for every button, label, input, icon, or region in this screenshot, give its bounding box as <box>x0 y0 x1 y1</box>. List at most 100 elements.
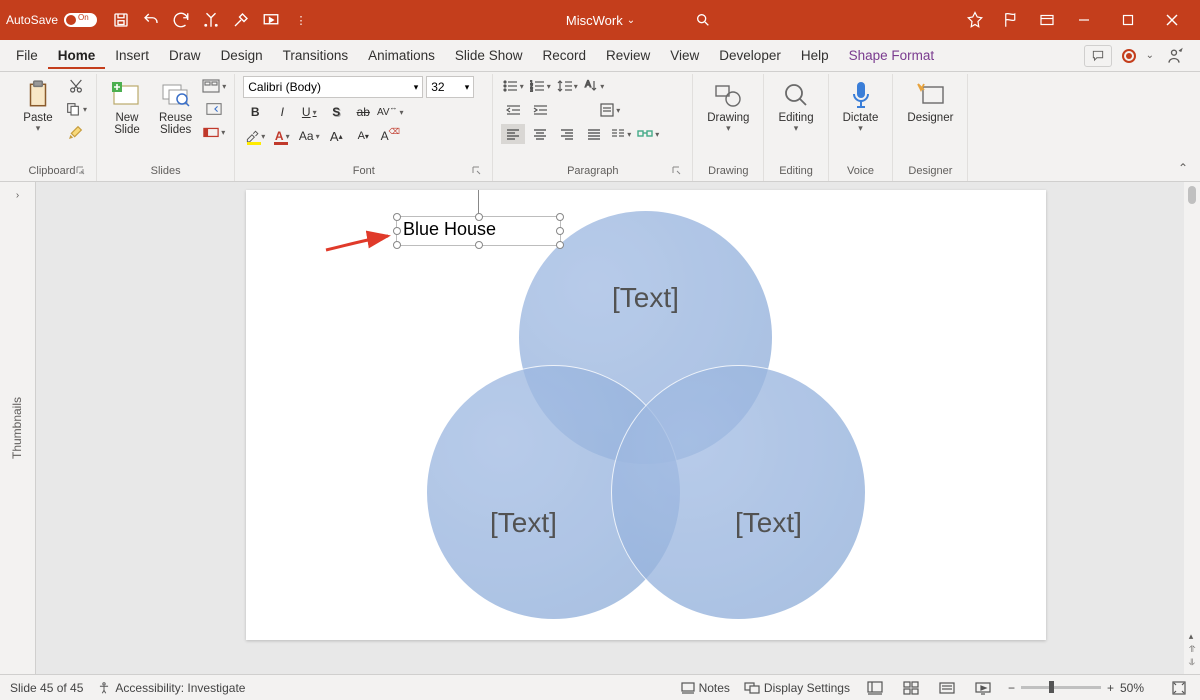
chevron-right-icon[interactable]: › <box>16 190 19 201</box>
dictate-button[interactable]: Dictate ▾ <box>837 76 885 138</box>
thumbnails-panel[interactable]: › Thumbnails <box>0 182 36 674</box>
prev-slide-icon[interactable]: ▴ <box>1189 631 1196 642</box>
zoom-slider-track[interactable] <box>1021 686 1101 689</box>
venn-circle-right[interactable]: [Text] <box>611 365 866 620</box>
qat-overflow-icon[interactable]: ⋮ <box>291 10 311 30</box>
selected-textbox[interactable]: Blue House <box>396 216 561 246</box>
tab-home[interactable]: Home <box>48 42 106 69</box>
autosave-toggle[interactable]: On <box>64 13 97 27</box>
tab-review[interactable]: Review <box>596 42 660 69</box>
font-size-dropdown[interactable]: 32▾ <box>426 76 474 98</box>
comments-button[interactable] <box>1084 45 1112 67</box>
close-button[interactable] <box>1150 0 1194 40</box>
character-spacing-button[interactable]: AV↔▾ <box>378 102 402 122</box>
slide-canvas-area[interactable]: [Text] [Text] [Text] Blue House ▴ ⥣ <box>36 182 1200 674</box>
italic-button[interactable]: I <box>270 102 294 122</box>
zoom-control[interactable]: − + 50% <box>1008 681 1154 695</box>
maximize-button[interactable] <box>1106 0 1150 40</box>
increase-indent-button[interactable] <box>528 100 552 120</box>
font-name-dropdown[interactable]: Calibri (Body)▾ <box>243 76 423 98</box>
resize-handle[interactable] <box>393 227 401 235</box>
resize-handle[interactable] <box>475 213 483 221</box>
notes-button[interactable]: Notes <box>681 681 730 695</box>
eyedropper-icon[interactable] <box>231 10 251 30</box>
resize-handle[interactable] <box>556 213 564 221</box>
text-direction-button[interactable]: A▾ <box>582 76 606 96</box>
share-icon[interactable] <box>1164 46 1184 66</box>
tab-insert[interactable]: Insert <box>105 42 159 69</box>
premium-icon[interactable] <box>966 11 984 29</box>
layout-icon[interactable]: ▾ <box>202 76 226 96</box>
line-spacing-button[interactable]: ▾ <box>555 76 579 96</box>
tab-draw[interactable]: Draw <box>159 42 211 69</box>
tab-developer[interactable]: Developer <box>709 42 791 69</box>
smartart-convert-button[interactable]: ▾ <box>636 124 660 144</box>
tab-slideshow[interactable]: Slide Show <box>445 42 533 69</box>
tab-design[interactable]: Design <box>211 42 273 69</box>
drawing-button[interactable]: Drawing ▾ <box>701 76 755 138</box>
collapse-ribbon-icon[interactable]: ⌃ <box>1178 161 1188 175</box>
cut-icon[interactable] <box>64 76 88 96</box>
chevron-down-icon[interactable]: ⌄ <box>1146 50 1154 61</box>
autosave-control[interactable]: AutoSave On <box>6 13 99 27</box>
coming-soon-icon[interactable] <box>1002 11 1020 29</box>
tab-help[interactable]: Help <box>791 42 839 69</box>
normal-view-button[interactable] <box>864 679 886 697</box>
zoom-in-button[interactable]: + <box>1107 681 1114 695</box>
document-title[interactable]: MiscWork⌄ <box>566 13 635 28</box>
minimize-button[interactable] <box>1062 0 1106 40</box>
ribbon-display-icon[interactable] <box>1038 11 1056 29</box>
shadow-button[interactable]: S <box>324 102 348 122</box>
section-icon[interactable]: ▾ <box>202 122 226 142</box>
change-case-button[interactable]: Aa▾ <box>297 126 321 146</box>
accessibility-status[interactable]: Accessibility: Investigate <box>97 681 245 695</box>
shrink-font-button[interactable]: A▾ <box>351 126 375 146</box>
designer-button[interactable]: Designer <box>901 76 959 128</box>
new-slide-button[interactable]: New Slide <box>105 76 149 140</box>
decrease-indent-button[interactable] <box>501 100 525 120</box>
slide-sorter-button[interactable] <box>900 679 922 697</box>
tab-shape-format[interactable]: Shape Format <box>839 42 945 69</box>
bullets-button[interactable]: ▾ <box>501 76 525 96</box>
dialog-launcher-icon[interactable] <box>672 166 684 178</box>
recording-indicator-icon[interactable] <box>1122 49 1136 63</box>
tab-transitions[interactable]: Transitions <box>273 42 359 69</box>
scrollbar-thumb[interactable] <box>1188 186 1196 204</box>
tab-file[interactable]: File <box>6 42 48 69</box>
align-center-button[interactable] <box>528 124 552 144</box>
reading-view-button[interactable] <box>936 679 958 697</box>
slideshow-view-button[interactable] <box>972 679 994 697</box>
resize-handle[interactable] <box>556 241 564 249</box>
vertical-scrollbar[interactable]: ▴ ⥣ ⥥ <box>1184 182 1200 674</box>
paste-button[interactable]: Paste ▾ <box>16 76 60 138</box>
reset-icon[interactable] <box>202 99 226 119</box>
fit-to-window-button[interactable] <box>1168 679 1190 697</box>
zoom-slider-knob[interactable] <box>1049 681 1054 693</box>
copy-icon[interactable]: ▾ <box>64 99 88 119</box>
dialog-launcher-icon[interactable] <box>76 166 88 178</box>
display-settings-button[interactable]: Display Settings <box>744 681 850 695</box>
underline-button[interactable]: U▾ <box>297 102 321 122</box>
reuse-slides-button[interactable]: Reuse Slides <box>153 76 198 140</box>
redo-icon[interactable] <box>171 10 191 30</box>
strikethrough-button[interactable]: ab <box>351 102 375 122</box>
present-icon[interactable] <box>261 10 281 30</box>
bold-button[interactable]: B <box>243 102 267 122</box>
resize-handle[interactable] <box>556 227 564 235</box>
resize-handle[interactable] <box>393 213 401 221</box>
justify-button[interactable] <box>582 124 606 144</box>
clear-formatting-button[interactable]: A⌫ <box>378 126 402 146</box>
columns-button[interactable]: ▾ <box>609 124 633 144</box>
prev-slide-double-icon[interactable]: ⥣ <box>1189 644 1196 655</box>
align-right-button[interactable] <box>555 124 579 144</box>
tab-animations[interactable]: Animations <box>358 42 445 69</box>
zoom-value[interactable]: 50% <box>1120 681 1154 695</box>
zoom-out-button[interactable]: − <box>1008 681 1015 695</box>
next-slide-double-icon[interactable]: ⥥ <box>1189 657 1196 668</box>
slide[interactable]: [Text] [Text] [Text] Blue House <box>246 190 1046 640</box>
tab-view[interactable]: View <box>660 42 709 69</box>
save-icon[interactable] <box>111 10 131 30</box>
format-painter-icon[interactable] <box>64 122 88 142</box>
venn-diagram[interactable]: [Text] [Text] [Text] <box>396 200 896 630</box>
resize-handle[interactable] <box>475 241 483 249</box>
